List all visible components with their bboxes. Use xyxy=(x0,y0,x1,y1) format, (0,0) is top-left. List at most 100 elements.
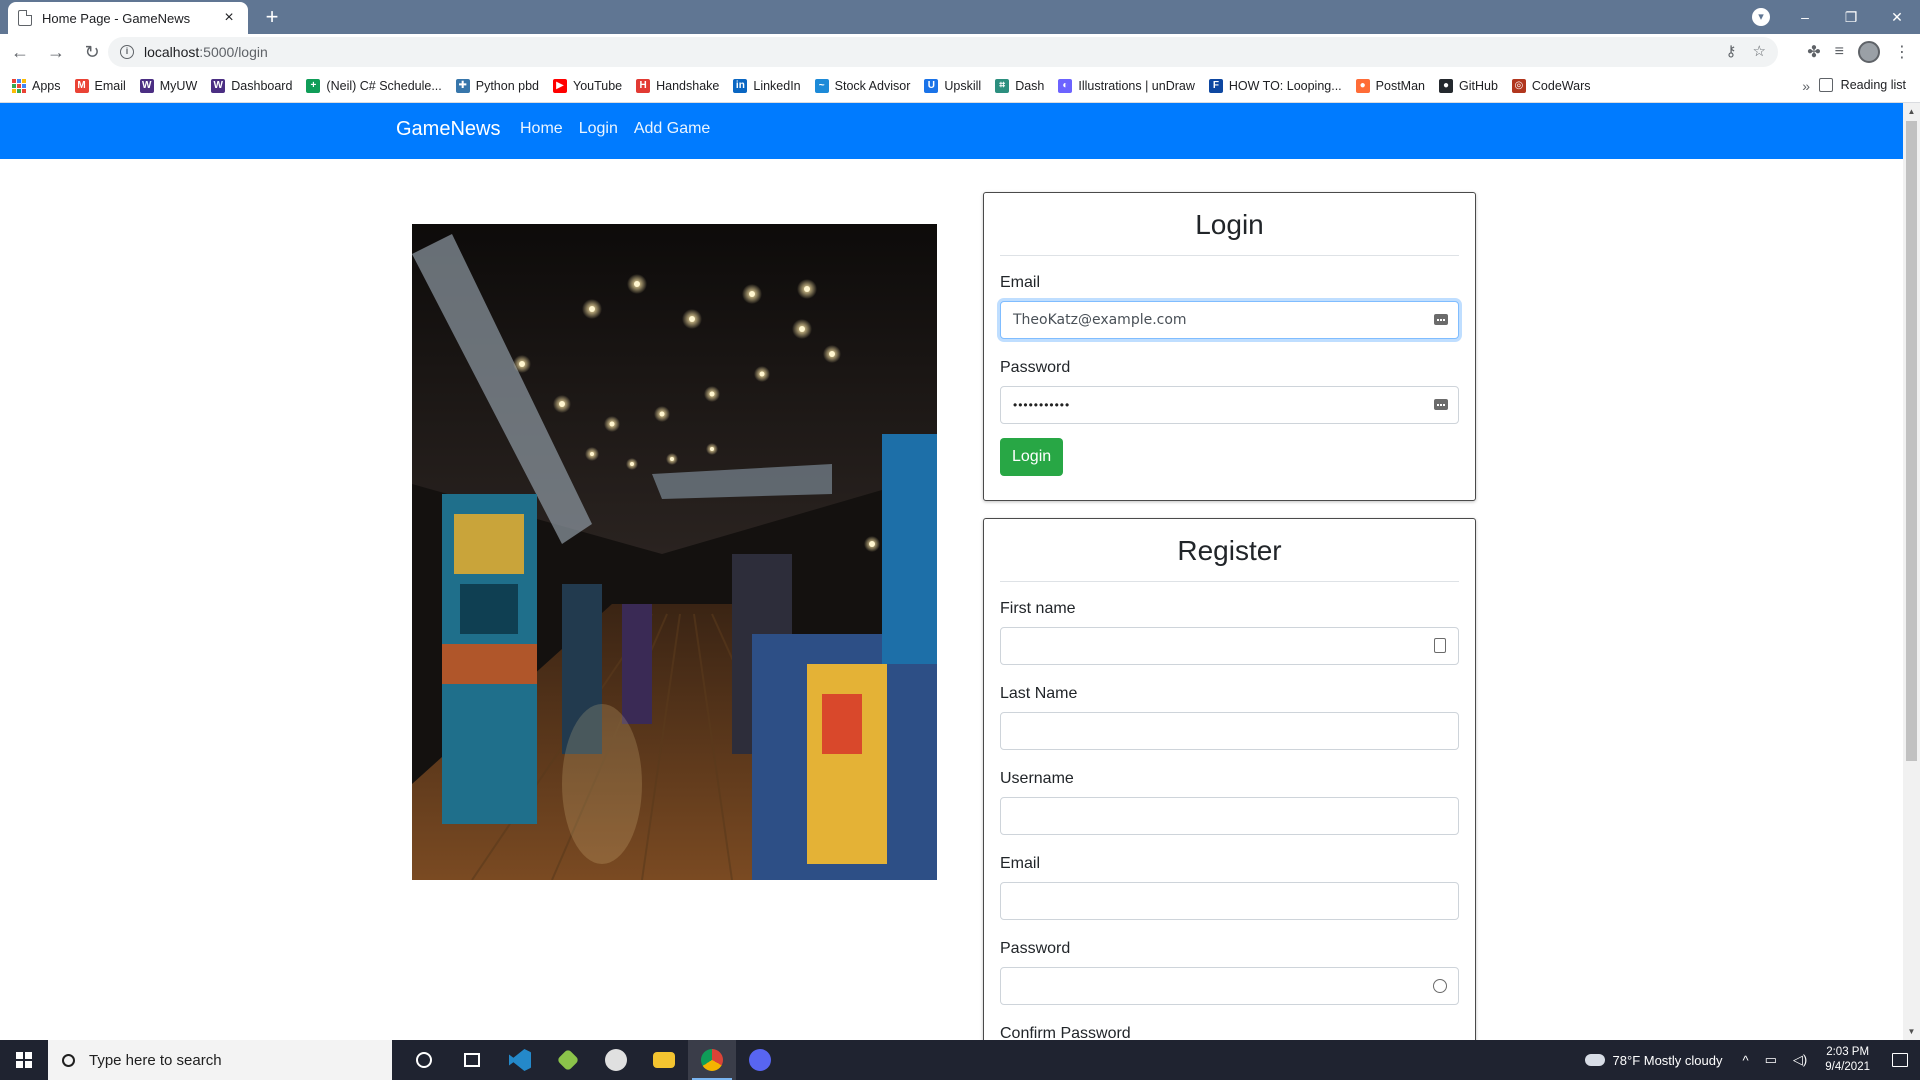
weather-text: 78°F Mostly cloudy xyxy=(1612,1052,1723,1068)
bookmark-item[interactable]: W Dashboard xyxy=(211,79,292,93)
last-name-field[interactable] xyxy=(1000,712,1459,750)
bookmark-item[interactable]: Apps xyxy=(12,79,61,93)
bookmark-item[interactable]: ~ Stock Advisor xyxy=(814,79,910,93)
reading-list-label: Reading list xyxy=(1840,78,1906,92)
nav-link-login[interactable]: Login xyxy=(579,120,618,138)
start-button[interactable] xyxy=(0,1040,48,1080)
autofill-contact-icon[interactable] xyxy=(1434,638,1446,653)
close-tab-icon[interactable]: × xyxy=(220,9,238,27)
new-tab-button[interactable]: + xyxy=(258,4,286,32)
bookmark-favicon-icon: F xyxy=(1208,79,1223,93)
reload-icon[interactable]: ↻ xyxy=(76,36,108,68)
password-manager-icon[interactable] xyxy=(1434,314,1448,325)
register-email-field[interactable] xyxy=(1000,882,1459,920)
bookmarks-overflow-icon[interactable]: » xyxy=(1802,78,1810,94)
vscode-icon[interactable] xyxy=(496,1040,544,1080)
bookmark-item[interactable]: F HOW TO: Looping... xyxy=(1208,79,1342,93)
apps-grid-icon xyxy=(12,79,26,93)
weather-widget[interactable]: 78°F Mostly cloudy xyxy=(1581,1050,1723,1068)
address-bar[interactable]: i localhost:5000/login ⚷ ☆ xyxy=(108,37,1778,67)
scroll-up-icon[interactable]: ▲ xyxy=(1903,103,1920,120)
media-queue-icon[interactable]: ≡ xyxy=(1835,43,1844,61)
bookmark-item[interactable]: ✚ Python pbd xyxy=(455,79,539,93)
bookmark-item[interactable]: ● PostMan xyxy=(1355,79,1425,93)
clock-time: 2:03 PM xyxy=(1826,1046,1870,1058)
cortana-icon[interactable] xyxy=(400,1040,448,1080)
extensions-icon[interactable]: ✤ xyxy=(1807,42,1820,62)
bookmark-label: Email xyxy=(94,79,126,93)
notifications-icon[interactable] xyxy=(1880,1040,1920,1080)
bookmarks-bar: Apps M Email W MyUW W Dashboard + (Neil) C# Sche… xyxy=(0,70,1920,103)
clock[interactable]: 2:03 PM 9/4/2021 xyxy=(1825,1045,1870,1075)
login-card: Login Email TheoKatz@example.com Passwor… xyxy=(983,192,1476,501)
bookmark-item[interactable]: ◎ CodeWars xyxy=(1511,79,1591,93)
restore-button[interactable]: ❐ xyxy=(1828,9,1874,26)
tab-search-icon[interactable]: ▾ xyxy=(1752,8,1770,26)
login-password-field[interactable]: ••••••••••• xyxy=(1000,386,1459,424)
reading-list-icon xyxy=(1818,78,1833,92)
bookmark-item[interactable]: W MyUW xyxy=(139,79,197,93)
taskbar-search[interactable]: Type here to search xyxy=(48,1040,392,1080)
register-password-field[interactable] xyxy=(1000,967,1459,1005)
bookmark-item[interactable]: ◐ Illustrations | unDraw xyxy=(1058,79,1195,93)
bookmark-star-icon[interactable]: ☆ xyxy=(1753,42,1766,60)
bookmark-label: Illustrations | unDraw xyxy=(1078,79,1195,93)
file-explorer-icon[interactable] xyxy=(640,1040,688,1080)
reading-list-button[interactable]: Reading list xyxy=(1818,78,1906,92)
page-viewport: GameNews Home Login Add Game Login Email… xyxy=(0,103,1920,1040)
bookmark-favicon-icon: ● xyxy=(1439,79,1453,93)
close-window-button[interactable]: ✕ xyxy=(1874,9,1920,26)
page-scrollbar[interactable]: ▲ ▼ xyxy=(1903,103,1920,1040)
register-password-label: Password xyxy=(1000,940,1071,957)
site-info-icon[interactable]: i xyxy=(120,45,134,59)
bookmark-item[interactable]: + (Neil) C# Schedule... xyxy=(306,79,442,93)
task-view-icon[interactable] xyxy=(448,1040,496,1080)
git-client-icon[interactable] xyxy=(544,1040,592,1080)
login-button[interactable]: Login xyxy=(1000,438,1064,476)
bookmark-label: PostMan xyxy=(1375,79,1425,93)
site-brand[interactable]: GameNews xyxy=(396,118,500,141)
bookmark-label: (Neil) C# Schedule... xyxy=(326,79,442,93)
first-name-field[interactable] xyxy=(1000,627,1459,665)
browser-tab[interactable]: Home Page - GameNews × xyxy=(8,2,248,34)
password-generator-icon[interactable] xyxy=(1433,979,1447,993)
arcade-photo xyxy=(412,224,937,880)
last-name-label: Last Name xyxy=(1000,685,1078,702)
windows-taskbar: Type here to search 78°F Mostly cloudy ^… xyxy=(0,1040,1920,1080)
password-manager-icon[interactable] xyxy=(1434,399,1448,410)
bookmark-item[interactable]: H Handshake xyxy=(636,79,719,93)
bookmark-favicon-icon: H xyxy=(636,79,651,93)
tray-expand-icon[interactable]: ^ xyxy=(1743,1053,1749,1068)
nav-link-add-game[interactable]: Add Game xyxy=(634,120,710,138)
bookmark-item[interactable]: M Email xyxy=(74,79,126,93)
bookmark-label: LinkedIn xyxy=(753,79,801,93)
menu-kebab-icon[interactable]: ⋮ xyxy=(1894,42,1910,62)
postman-app-icon[interactable] xyxy=(592,1040,640,1080)
password-key-icon[interactable]: ⚷ xyxy=(1726,42,1737,60)
bookmark-favicon-icon: U xyxy=(924,79,939,93)
login-email-field[interactable]: TheoKatz@example.com xyxy=(1000,301,1459,339)
bookmark-item[interactable]: in LinkedIn xyxy=(733,79,801,93)
bookmark-item[interactable]: ▶ YouTube xyxy=(553,79,622,93)
profile-avatar[interactable] xyxy=(1858,41,1880,63)
bookmark-label: Upskill xyxy=(944,79,982,93)
taskbar-search-placeholder: Type here to search xyxy=(89,1051,222,1069)
forward-icon[interactable]: → xyxy=(40,36,72,68)
username-field[interactable] xyxy=(1000,797,1459,835)
discord-icon[interactable] xyxy=(736,1040,784,1080)
url-host: localhost xyxy=(144,44,200,60)
chrome-icon[interactable] xyxy=(688,1040,736,1080)
minimize-button[interactable]: – xyxy=(1782,9,1828,25)
register-title: Register xyxy=(1000,519,1459,582)
bookmark-label: Apps xyxy=(32,79,61,93)
scroll-down-icon[interactable]: ▼ xyxy=(1903,1023,1920,1040)
bookmark-label: CodeWars xyxy=(1531,79,1591,93)
network-icon[interactable]: ▭ xyxy=(1765,1052,1777,1068)
scrollbar-thumb[interactable] xyxy=(1906,121,1917,761)
bookmark-item[interactable]: ⌗ Dash xyxy=(995,79,1044,93)
nav-link-home[interactable]: Home xyxy=(520,120,563,138)
bookmark-item[interactable]: ● GitHub xyxy=(1439,79,1498,93)
back-icon[interactable]: ← xyxy=(4,36,36,68)
volume-icon[interactable]: ◁) xyxy=(1793,1052,1807,1068)
bookmark-item[interactable]: U Upskill xyxy=(924,79,981,93)
